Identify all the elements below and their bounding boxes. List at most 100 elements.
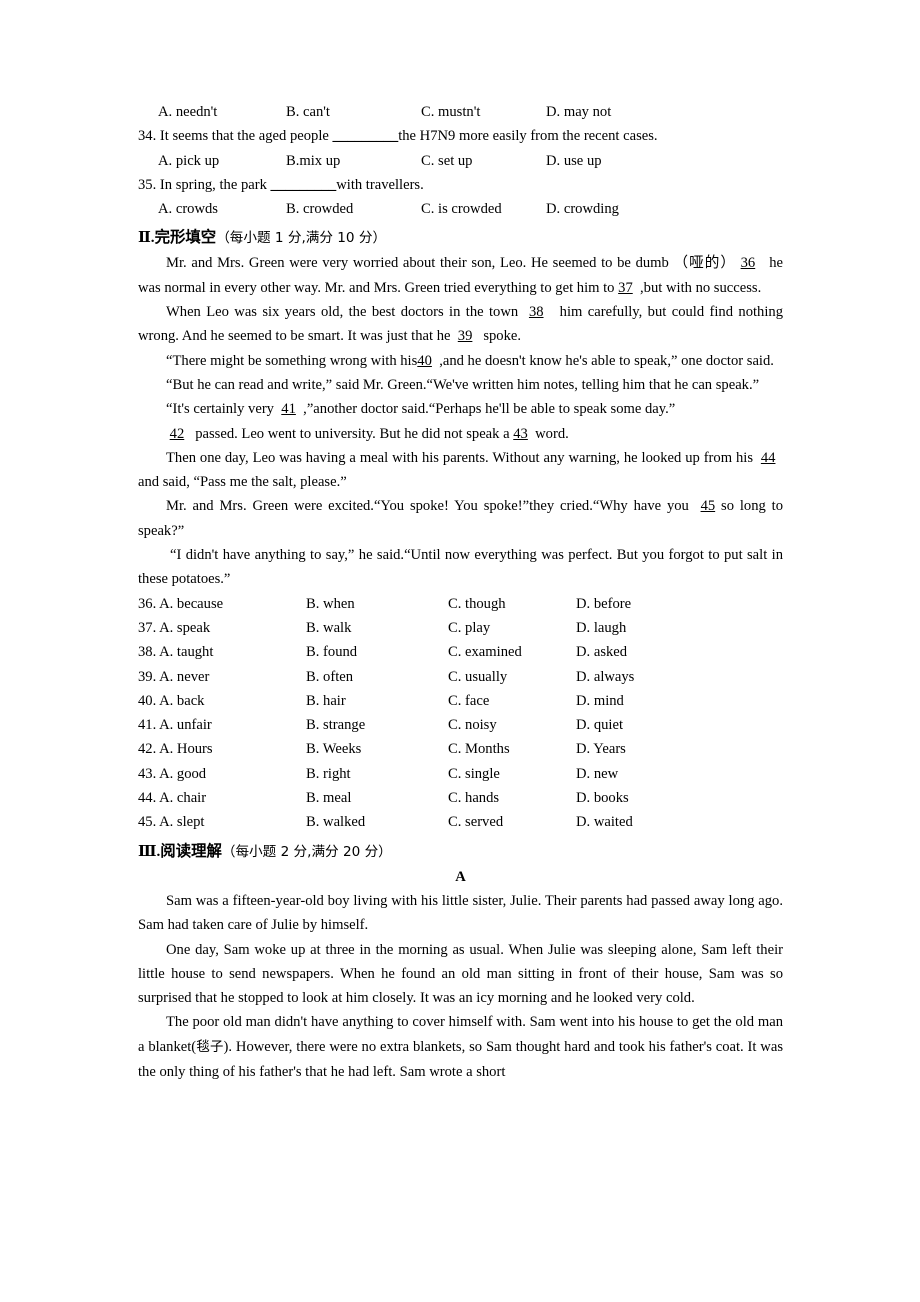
cloze-blank-45[interactable]: 45 — [701, 498, 716, 514]
cloze-blank-39[interactable]: 39 — [458, 328, 473, 344]
cloze-blank-43[interactable]: 43 — [513, 426, 528, 442]
cloze-blank-42[interactable]: 42 — [170, 426, 185, 442]
question-35-stem-after: with travellers. — [336, 176, 424, 193]
reading-passage-label-a: A — [455, 868, 466, 885]
option-c[interactable]: C. single — [448, 762, 576, 786]
option-c[interactable]: C. is crowded — [421, 197, 546, 221]
page-content: A. needn't B. can't C. mustn't D. may no… — [138, 100, 783, 1084]
option-d[interactable]: D. new — [576, 762, 696, 786]
option-d[interactable]: D. use up — [546, 149, 666, 173]
option-a[interactable]: 39. A. never — [138, 665, 306, 689]
question-35-stem: 35. In spring, the park _________with tr… — [138, 173, 783, 197]
cloze-options-row-45: 45. A. slept B. walked C. served D. wait… — [138, 810, 783, 834]
option-b[interactable]: B. when — [306, 592, 448, 616]
cloze-paragraph-9: “I didn't have anything to say,” he said… — [138, 547, 783, 588]
cloze-blank-41[interactable]: 41 — [281, 401, 296, 417]
option-b[interactable]: B. strange — [306, 713, 448, 737]
section-3-heading: Ⅲ.阅读理解（每小题 2 分,满分 20 分） — [138, 838, 783, 865]
option-a[interactable]: A. crowds — [158, 197, 286, 221]
cloze-p7-text-b: and said, “Pass me the salt, please.” — [138, 474, 347, 491]
reading-p3-gloss: 毯子 — [196, 1039, 224, 1055]
cloze-paragraph-2: When Leo was six years old, the best doc… — [138, 300, 783, 349]
option-a[interactable]: 43. A. good — [138, 762, 306, 786]
option-c[interactable]: C. mustn't — [421, 100, 546, 124]
option-b[interactable]: B. hair — [306, 689, 448, 713]
cloze-p6-text-b: word. — [535, 425, 569, 442]
cloze-options-row-36: 36. A. because B. when C. though D. befo… — [138, 592, 783, 616]
cloze-paragraph-4: “But he can read and write,” said Mr. Gr… — [166, 376, 760, 393]
question-35-stem-before: 35. In spring, the park — [138, 176, 267, 193]
option-b[interactable]: B. crowded — [286, 197, 421, 221]
option-a[interactable]: 38. A. taught — [138, 640, 306, 664]
section-3-title: 阅读理解 — [160, 841, 222, 860]
cloze-blank-38[interactable]: 38 — [529, 304, 544, 320]
question-34-stem-after: the H7N9 more easily from the recent cas… — [398, 128, 658, 145]
option-a[interactable]: 41. A. unfair — [138, 713, 306, 737]
option-b[interactable]: B. often — [306, 665, 448, 689]
option-a[interactable]: A. needn't — [158, 100, 286, 124]
cloze-p2-text-c: spoke. — [483, 328, 522, 345]
option-b[interactable]: B. can't — [286, 100, 421, 124]
cloze-blank-40[interactable]: 40 — [417, 353, 432, 369]
question-34-stem: 34. It seems that the aged people ______… — [138, 124, 783, 148]
option-c[interactable]: C. examined — [448, 640, 576, 664]
cloze-p5-text-a: “It's certainly very — [166, 401, 274, 418]
option-b[interactable]: B.mix up — [286, 149, 421, 173]
option-d[interactable]: D. laugh — [576, 616, 696, 640]
option-c[interactable]: C. though — [448, 592, 576, 616]
option-b[interactable]: B. Weeks — [306, 737, 448, 761]
cloze-blank-36[interactable]: 36 — [741, 255, 756, 271]
cloze-options-row-43: 43. A. good B. right C. single D. new — [138, 762, 783, 786]
option-a[interactable]: 40. A. back — [138, 689, 306, 713]
cloze-p6-text-a: passed. Leo went to university. But he d… — [195, 425, 510, 442]
option-c[interactable]: C. usually — [448, 665, 576, 689]
option-c[interactable]: C. noisy — [448, 713, 576, 737]
option-a[interactable]: 44. A. chair — [138, 786, 306, 810]
option-c[interactable]: C. hands — [448, 786, 576, 810]
option-c[interactable]: C. play — [448, 616, 576, 640]
option-c[interactable]: C. face — [448, 689, 576, 713]
question-35-blank[interactable]: _________ — [271, 177, 337, 193]
cloze-options-row-42: 42. A. Hours B. Weeks C. Months D. Years — [138, 737, 783, 761]
option-a[interactable]: 45. A. slept — [138, 810, 306, 834]
reading-paragraph-3: The poor old man didn't have anything to… — [138, 1010, 783, 1084]
option-b[interactable]: B. walk — [306, 616, 448, 640]
option-a[interactable]: 42. A. Hours — [138, 737, 306, 761]
option-d[interactable]: D. always — [576, 665, 696, 689]
option-b[interactable]: B. found — [306, 640, 448, 664]
cloze-options-row-37: 37. A. speak B. walk C. play D. laugh — [138, 616, 783, 640]
option-d[interactable]: D. may not — [546, 100, 666, 124]
cloze-p3-text-b: ,and he doesn't know he's able to speak,… — [439, 352, 774, 369]
option-d[interactable]: D. waited — [576, 810, 696, 834]
option-a[interactable]: 37. A. speak — [138, 616, 306, 640]
cloze-p7-text-a: Then one day, Leo was having a meal with… — [166, 449, 754, 466]
option-d[interactable]: D. quiet — [576, 713, 696, 737]
question-34-blank[interactable]: _________ — [333, 128, 399, 144]
option-d[interactable]: D. before — [576, 592, 696, 616]
option-b[interactable]: B. right — [306, 762, 448, 786]
option-d[interactable]: D. Years — [576, 737, 696, 761]
cloze-options-row-41: 41. A. unfair B. strange C. noisy D. qui… — [138, 713, 783, 737]
option-c[interactable]: C. set up — [421, 149, 546, 173]
option-c[interactable]: C. served — [448, 810, 576, 834]
option-a[interactable]: 36. A. because — [138, 592, 306, 616]
cloze-p5-text-b: ,”another doctor said.“Perhaps he'll be … — [303, 401, 676, 418]
cloze-options-row-40: 40. A. back B. hair C. face D. mind — [138, 689, 783, 713]
reading-p3-text-b: ). However, there were no extra blankets… — [138, 1038, 783, 1080]
cloze-blank-37[interactable]: 37 — [618, 280, 633, 296]
option-d[interactable]: D. mind — [576, 689, 696, 713]
option-d[interactable]: D. crowding — [546, 197, 666, 221]
option-d[interactable]: D. asked — [576, 640, 696, 664]
option-b[interactable]: B. walked — [306, 810, 448, 834]
option-a[interactable]: A. pick up — [158, 149, 286, 173]
section-2-score-note: （每小题 1 分,满分 10 分） — [216, 230, 387, 247]
option-b[interactable]: B. meal — [306, 786, 448, 810]
section-2-title: 完形填空 — [154, 228, 217, 247]
option-c[interactable]: C. Months — [448, 737, 576, 761]
cloze-p3-text-a: “There might be something wrong with his — [166, 352, 418, 369]
cloze-options-row-39: 39. A. never B. often C. usually D. alwa… — [138, 665, 783, 689]
option-d[interactable]: D. books — [576, 786, 696, 810]
cloze-paragraph-8: Mr. and Mrs. Green were excited.“You spo… — [138, 494, 783, 543]
cloze-blank-44[interactable]: 44 — [761, 450, 776, 466]
cloze-paragraph-1: Mr. and Mrs. Green were very worried abo… — [138, 251, 783, 300]
